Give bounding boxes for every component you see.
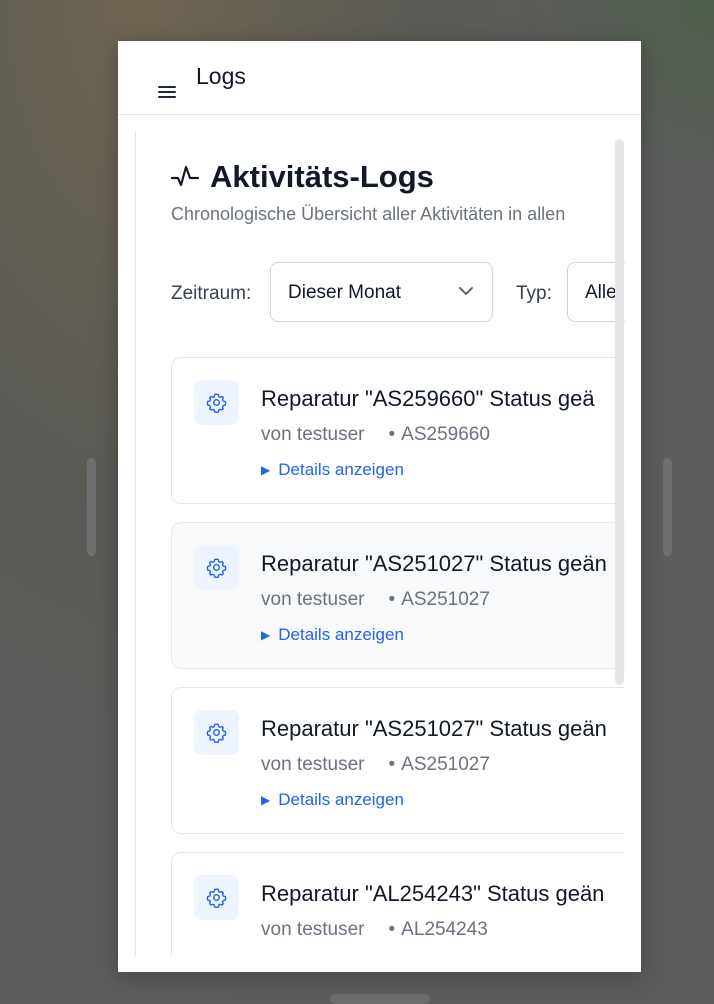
log-reference: AL254243 [401,919,488,940]
details-toggle[interactable]: ▶ Details anzeigen [261,790,404,810]
meta-separator: • [388,919,396,940]
gear-icon [206,393,227,413]
expand-triangle-icon: ▶ [261,628,271,642]
log-icon-box [194,710,239,755]
log-icon-box [194,875,239,920]
log-title: Reparatur "AL254243" Status geän [261,881,605,906]
top-bar: Logs [118,41,641,115]
typ-label: Typ: [516,283,552,304]
log-meta: von testuser • AL254243 [261,919,488,941]
log-meta: von testuser • AS251027 [261,589,490,611]
chevron-down-icon [459,287,473,295]
log-meta: von testuser • AS259660 [261,424,490,446]
typ-value: Alle [585,282,617,303]
meta-separator: • [388,754,396,775]
zeitraum-select[interactable]: Dieser Monat [270,262,493,322]
log-entry-card[interactable]: Reparatur "AS251027" Status geän von test… [171,522,625,669]
page-subtitle: Chronologische Übersicht aller Aktivität… [171,204,566,224]
meta-separator: • [388,589,396,610]
hamburger-menu-icon[interactable] [158,86,176,100]
log-title: Reparatur "AS259660" Status geä [261,386,595,411]
gear-icon [206,723,227,743]
right-resize-handle[interactable] [663,458,672,556]
activity-icon [171,165,199,187]
details-label: Details anzeigen [278,625,404,644]
app-window: Logs Aktivitäts-Logs Chronologische Über… [118,41,641,972]
log-entry-card[interactable]: Reparatur "AS251027" Status geän von test… [171,687,625,834]
vertical-scrollbar[interactable] [615,139,624,685]
details-toggle[interactable]: ▶ Details anzeigen [261,625,404,645]
log-meta: von testuser • AS251027 [261,754,490,776]
main-content[interactable]: Aktivitäts-Logs Chronologische Übersicht… [135,131,625,956]
details-toggle[interactable]: ▶ Details anzeigen [261,460,404,480]
details-label: Details anzeigen [278,460,404,479]
window-title: Logs [196,63,246,89]
zeitraum-label: Zeitraum: [171,283,252,304]
expand-triangle-icon: ▶ [261,793,271,807]
page-title: Aktivitäts-Logs [210,159,434,194]
gear-icon [206,888,227,908]
log-icon-box [194,545,239,590]
log-reference: AS251027 [401,754,490,775]
log-icon-box [194,380,239,425]
meta-separator: • [388,424,396,445]
log-user: von testuser [261,754,365,775]
log-user: von testuser [261,589,365,610]
expand-triangle-icon: ▶ [261,463,271,477]
left-resize-handle[interactable] [87,458,96,556]
log-title: Reparatur "AS251027" Status geän [261,551,607,576]
log-title: Reparatur "AS251027" Status geän [261,716,607,741]
log-reference: AS251027 [401,589,490,610]
details-label: Details anzeigen [278,790,404,809]
bottom-drag-handle[interactable] [330,994,430,1004]
log-reference: AS259660 [401,424,490,445]
zeitraum-value: Dieser Monat [288,282,401,303]
log-entry-card[interactable]: Reparatur "AS259660" Status geä von testu… [171,357,625,504]
log-user: von testuser [261,424,365,445]
log-entry-card[interactable]: Reparatur "AL254243" Status geän von test… [171,852,625,956]
gear-icon [206,558,227,578]
log-user: von testuser [261,919,365,940]
